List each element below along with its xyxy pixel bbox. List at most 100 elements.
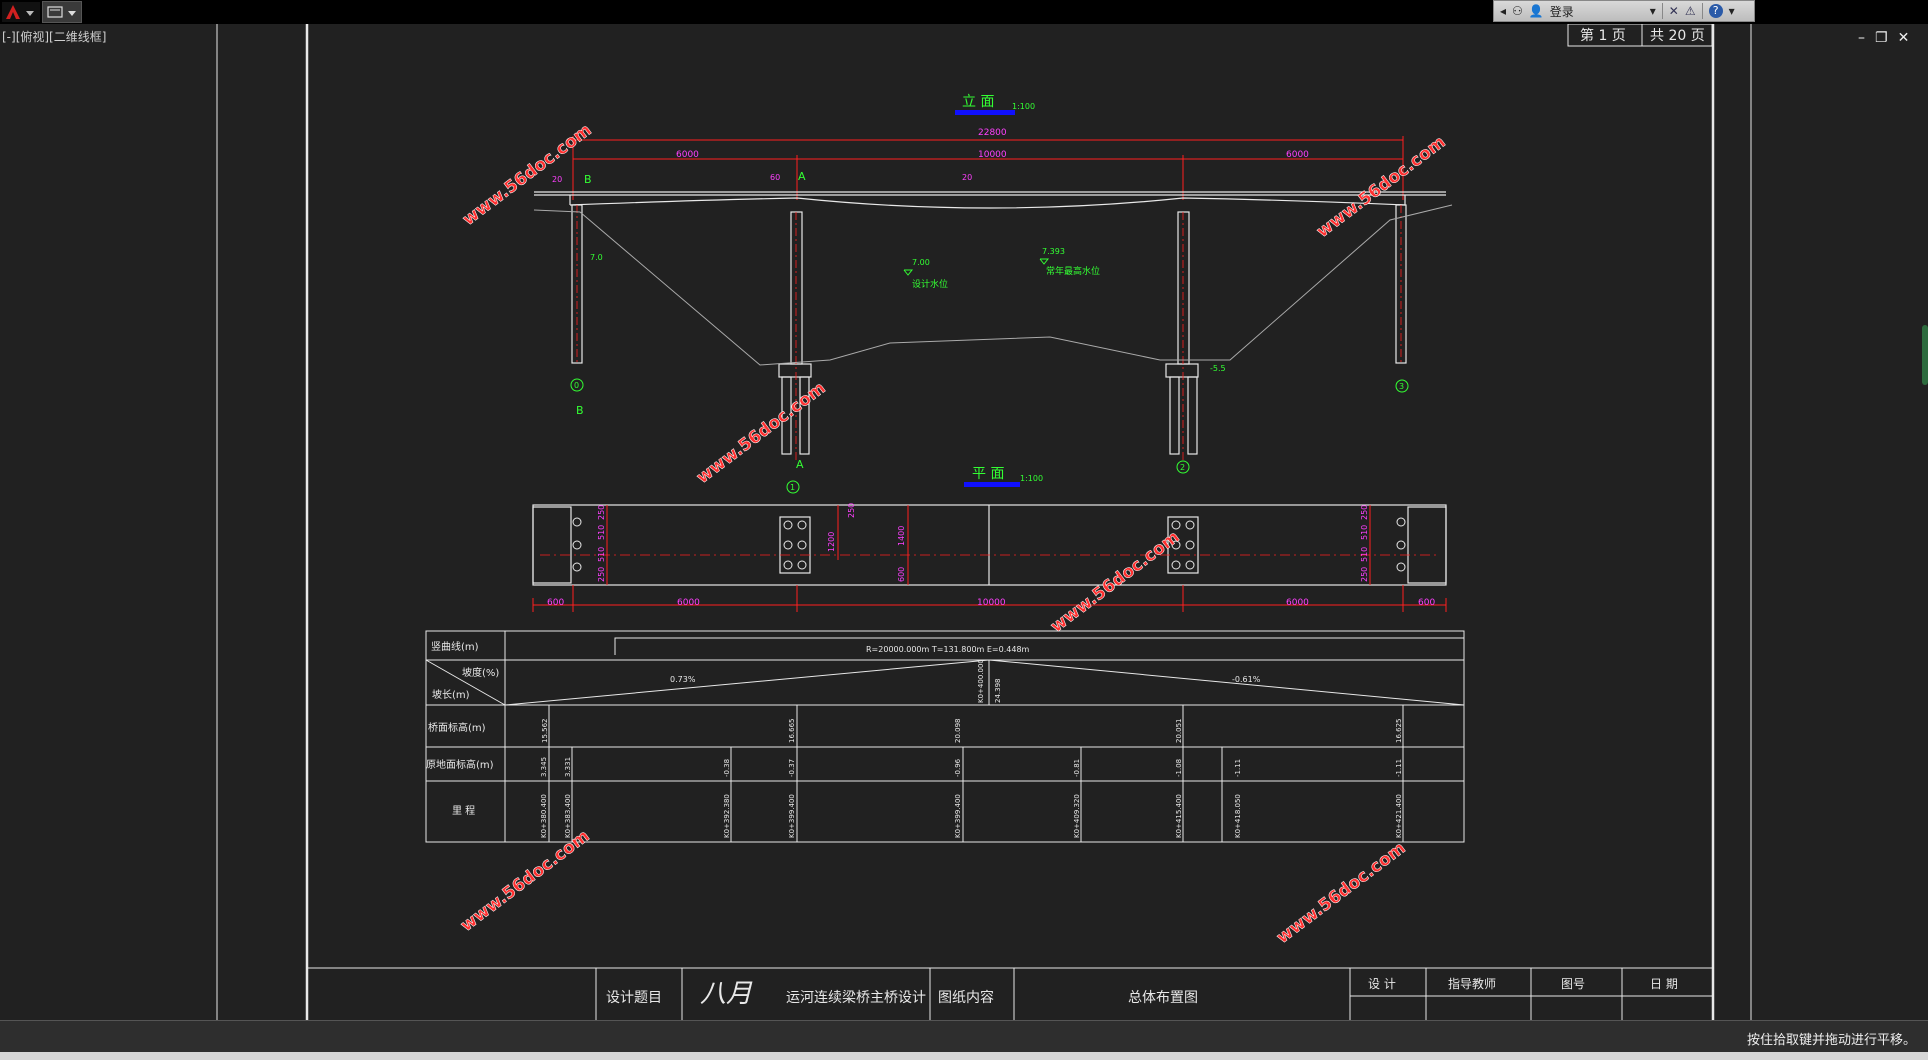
deck-level-values: 15.562 16.665 20.098 20.051 16.625 xyxy=(541,719,1403,744)
chainage-6: K0+409.320 xyxy=(1073,794,1081,838)
profile-table xyxy=(425,630,1465,843)
workspace-icon xyxy=(47,6,76,18)
watermark-6: www.56doc.com xyxy=(1273,838,1410,948)
chainage-9: K0+421.400 xyxy=(1395,794,1403,838)
support-dim-2: 60 xyxy=(770,173,780,182)
ground-level-7: -1.08 xyxy=(1175,759,1183,777)
quick-access-toolbar xyxy=(0,0,82,24)
login-button[interactable]: 登录 xyxy=(1550,3,1574,20)
status-message: 按住拾取键并拖动进行平移。 xyxy=(1746,1033,1916,1048)
elevation-title: 立 面 xyxy=(962,94,994,110)
level-4-elev: -5.5 xyxy=(1210,364,1226,373)
ground-level-4: -0.37 xyxy=(788,759,796,777)
vpi-chainage: K0+400.000 xyxy=(977,659,985,703)
ground-level-6: -0.81 xyxy=(1073,759,1081,777)
help-icon[interactable]: ? xyxy=(1708,4,1723,18)
plan-dim-left-1: 250 xyxy=(597,505,606,520)
plan-outline xyxy=(532,504,1447,586)
slope-left: 0.73% xyxy=(670,675,696,684)
plan-dim-left-2: 510 xyxy=(597,525,606,540)
deck-level-5: 16.625 xyxy=(1395,719,1403,744)
chainage-7: K0+415.400 xyxy=(1175,794,1183,838)
autodesk-a360-icon[interactable]: ⚠ xyxy=(1685,4,1696,18)
pier-id-1: 1 xyxy=(790,483,795,492)
title-block xyxy=(307,967,1713,1020)
plan-title: 平 面 xyxy=(972,466,1004,482)
plan-span-5: 600 xyxy=(1418,598,1435,608)
ground-level-2: 3.331 xyxy=(564,757,572,777)
sheet-frame xyxy=(216,24,1752,1020)
autocad-logo-icon xyxy=(6,5,34,19)
watermark-2: www.56doc.com xyxy=(1313,132,1450,242)
pier-id-3: 3 xyxy=(1399,382,1404,391)
row-label-deck-level: 桥面标高(m) xyxy=(428,721,486,734)
drawing-content-value: 总体布置图 xyxy=(1128,990,1198,1006)
elevation-title-underline xyxy=(955,110,1015,115)
level-3-label: 常年最高水位 xyxy=(1046,265,1100,277)
window-bottom-edge xyxy=(0,1052,1928,1060)
elevation-total-length: 22800 xyxy=(978,128,1007,138)
sign-advisor-label: 指导教师 xyxy=(1448,976,1496,991)
sign-drawing-no-label: 图号 xyxy=(1561,977,1585,991)
login-dropdown-icon[interactable]: ▾ xyxy=(1650,4,1656,18)
row-label-slope: 坡度(%) xyxy=(462,666,499,679)
plan-scale: 1:100 xyxy=(1020,474,1043,483)
ground-level-1: 3.345 xyxy=(540,757,548,777)
design-topic-handwriting: 八月 xyxy=(700,979,753,1009)
toolbar-separator xyxy=(1701,3,1703,19)
chainage-5: K0+399.400 xyxy=(954,794,962,838)
elevation-view: 立 面 1:100 22800 6000 10000 6000 A B A B … xyxy=(533,94,1453,494)
deck-level-3: 20.098 xyxy=(954,719,962,744)
toolbar-separator xyxy=(1661,3,1663,19)
watermark-1: www.56doc.com xyxy=(459,120,596,230)
level-2-elev: 7.00 xyxy=(912,258,930,267)
plan-dim-v4: 250 xyxy=(847,503,856,518)
watermark-5: www.56doc.com xyxy=(457,826,594,936)
level-3-elev: 7.393 xyxy=(1042,247,1065,256)
ground-level-5: -0.96 xyxy=(954,758,962,777)
app-menu-button[interactable] xyxy=(2,2,40,22)
vpi-level: 24.398 xyxy=(994,679,1002,704)
design-topic-label: 设计题目 xyxy=(606,990,662,1006)
row-label-chainage: 里 程 xyxy=(452,805,475,817)
plan-dim-right-4: 250 xyxy=(1360,567,1369,582)
drawing-canvas[interactable]: 第 1 页 共 20 页 立 面 1:100 22800 6000 10000 … xyxy=(0,24,1928,1020)
section-mark-a: A xyxy=(798,170,806,183)
pier-centerlines xyxy=(576,205,1402,460)
support-dim-1: 20 xyxy=(552,175,562,184)
pier-id-2: 2 xyxy=(1180,463,1185,472)
chainage-3: K0+392.380 xyxy=(723,794,731,838)
row-label-ground-level: 原地面标高(m) xyxy=(426,758,494,771)
slope-right: -0.61% xyxy=(1232,675,1261,684)
plan-dim-right-1: 250 xyxy=(1360,505,1369,520)
section-mark-b: B xyxy=(584,173,592,186)
chainage-8: K0+418.050 xyxy=(1234,794,1242,838)
row-label-slope-length: 坡长(m) xyxy=(432,688,470,701)
page-number-current: 第 1 页 xyxy=(1580,27,1626,44)
plan-dim-left-3: 510 xyxy=(597,547,606,562)
watermark-4: www.56doc.com xyxy=(1047,527,1184,637)
workspace-switch-button[interactable] xyxy=(42,1,82,23)
infocenter-toolbar: ◂ ⚇ 👤 登录 ▾ ✕ ⚠ ? ▾ xyxy=(1493,0,1755,22)
elevation-span-2: 10000 xyxy=(978,150,1007,160)
plan-span-4: 6000 xyxy=(1286,598,1309,608)
drawing-content-label: 图纸内容 xyxy=(938,989,994,1006)
chainage-4: K0+399.400 xyxy=(788,794,796,838)
plan-dim-right-3: 510 xyxy=(1360,547,1369,562)
level-2-label: 设计水位 xyxy=(912,278,948,290)
elevation-span-1: 6000 xyxy=(676,150,699,160)
application-titlebar: ◂ ⚇ 👤 登录 ▾ ✕ ⚠ ? ▾ xyxy=(0,0,1928,24)
design-topic-value: 运河连续梁桥主桥设计 xyxy=(786,989,926,1006)
status-bar: 按住拾取键并拖动进行平移。 xyxy=(0,1020,1928,1053)
plan-dim-v2: 600 xyxy=(897,567,906,582)
scroll-left-icon[interactable]: ◂ xyxy=(1500,4,1506,18)
exchange-icon[interactable]: ✕ xyxy=(1669,4,1679,18)
help-dropdown-icon[interactable]: ▾ xyxy=(1729,4,1735,18)
plan-title-underline xyxy=(964,482,1020,487)
sign-designer-label: 设 计 xyxy=(1368,977,1396,991)
vertical-curve-params: R=20000.000m T=131.800m E=0.448m xyxy=(866,645,1030,654)
plan-dim-v3: 1200 xyxy=(827,532,836,552)
plan-view: 平 面 1:100 600 6000 10000 6000 600 1400 6… xyxy=(532,466,1447,612)
binoculars-icon[interactable]: ⚇ xyxy=(1512,4,1523,18)
deck-level-4: 20.051 xyxy=(1175,719,1183,744)
